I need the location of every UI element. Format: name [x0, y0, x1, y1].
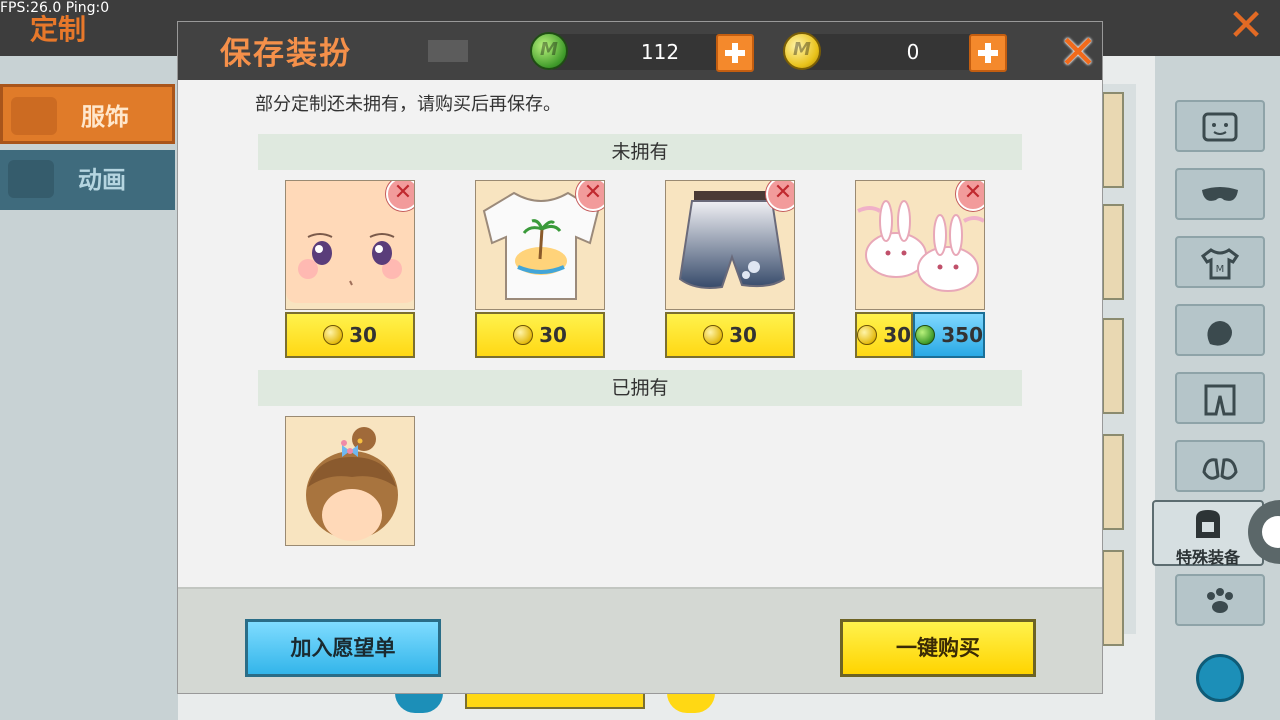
save-outfit-dialog: 保存装扮 M 112 M 0 ✕ 部分定制还未拥有，请购买后再保存。 未拥有 ✕…	[178, 22, 1102, 693]
gem-icon	[915, 325, 936, 345]
price-value: 30	[729, 323, 757, 347]
bunny-slippers-price-row: 30 350	[855, 312, 985, 358]
tshirt-price-row: 30	[475, 312, 605, 358]
tab-clothing-label: 服饰	[81, 103, 129, 131]
category-face-icon[interactable]	[1175, 100, 1265, 152]
header-stripe-decoration	[428, 40, 468, 62]
tshirt-thumbnail: ✕	[475, 180, 605, 310]
category-glove-icon[interactable]	[1175, 304, 1265, 356]
coin-icon: M	[783, 32, 821, 70]
unowned-item-tshirt[interactable]: ✕ 30	[475, 180, 605, 358]
tab-animation[interactable]: 动画	[0, 150, 175, 210]
category-shoes-icon[interactable]	[1175, 440, 1265, 492]
coin-icon	[513, 325, 534, 345]
category-shirt-icon[interactable]: M	[1175, 236, 1265, 288]
shirt-tab-icon	[11, 97, 57, 135]
category-paw-icon[interactable]	[1175, 574, 1265, 626]
special-equipment-label: 特殊装备	[1175, 548, 1240, 567]
tab-animation-label: 动画	[78, 166, 126, 194]
remove-item-tshirt-icon[interactable]: ✕	[576, 181, 604, 211]
buy-shorts-coin-button[interactable]: 30	[665, 312, 795, 358]
gem-balance: M 112	[530, 32, 754, 72]
buy-face-coin-button[interactable]: 30	[285, 312, 415, 358]
background-close-icon[interactable]: ✕	[1224, 4, 1268, 48]
unowned-item-face[interactable]: ✕ 30	[285, 180, 415, 358]
unowned-item-shorts[interactable]: ✕ 30	[665, 180, 795, 358]
face-thumbnail: ✕	[285, 180, 415, 310]
remove-item-bunny-slippers-icon[interactable]: ✕	[956, 181, 984, 211]
add-gems-button[interactable]	[716, 34, 754, 72]
background-item-strip	[1102, 84, 1136, 646]
close-icon[interactable]: ✕	[1058, 29, 1098, 75]
coin-icon	[703, 325, 724, 345]
notice-text: 部分定制还未拥有，请购买后再保存。	[255, 94, 561, 115]
dialog-header: 保存装扮 M 112 M 0 ✕	[178, 22, 1102, 80]
buy-bunny-slippers-coin-button[interactable]: 30	[855, 312, 914, 358]
add-to-wishlist-button[interactable]: 加入愿望单	[245, 619, 441, 677]
trash-icon[interactable]	[1196, 654, 1244, 702]
price-value: 30	[883, 323, 912, 347]
bunny-slippers-thumbnail: ✕	[855, 180, 985, 310]
category-pants-icon[interactable]	[1175, 372, 1265, 424]
remove-item-face-icon[interactable]: ✕	[386, 181, 414, 211]
price-value: 30	[539, 323, 567, 347]
shorts-thumbnail: ✕	[665, 180, 795, 310]
dialog-footer: 加入愿望单 一键购买	[178, 587, 1102, 693]
shorts-price-row: 30	[665, 312, 795, 358]
coin-balance: M 0	[783, 32, 1007, 72]
buy-all-button[interactable]: 一键购买	[840, 619, 1036, 677]
coin-icon	[323, 325, 344, 345]
remove-item-shorts-icon[interactable]: ✕	[766, 181, 794, 211]
coin-icon	[857, 325, 878, 345]
background-title: 定制	[30, 13, 87, 46]
buy-tshirt-coin-button[interactable]: 30	[475, 312, 605, 358]
category-mask-icon[interactable]	[1175, 168, 1265, 220]
price-value: 350	[941, 323, 983, 347]
dialog-title: 保存装扮	[220, 36, 352, 72]
svg-text:M: M	[1216, 264, 1225, 275]
gem-icon: M	[530, 32, 568, 70]
play-tab-icon	[8, 160, 54, 198]
buy-bunny-slippers-gem-button[interactable]: 350	[913, 312, 985, 358]
face-price-row: 30	[285, 312, 415, 358]
owned-section-header: 已拥有	[258, 370, 1022, 406]
background-bottom-controls	[395, 693, 725, 720]
owned-item-hair[interactable]	[285, 416, 415, 546]
unowned-section-header: 未拥有	[258, 134, 1022, 170]
hair-thumbnail	[285, 416, 415, 546]
price-value: 30	[349, 323, 377, 347]
unowned-item-bunny-slippers[interactable]: ✕ 30 350	[855, 180, 985, 358]
add-coins-button[interactable]	[969, 34, 1007, 72]
coin-balance-value: 0	[906, 40, 920, 64]
tab-clothing[interactable]: 服饰	[0, 84, 175, 144]
gem-balance-value: 112	[640, 40, 680, 64]
